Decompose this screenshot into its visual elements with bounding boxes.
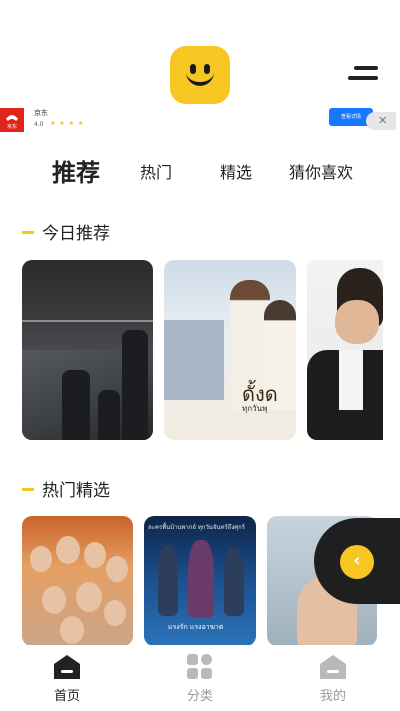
category-grid-icon <box>185 653 215 681</box>
jd-dog-icon <box>6 115 18 121</box>
tab-hot[interactable]: 热门 <box>140 159 172 183</box>
profile-house-icon <box>318 653 348 681</box>
section-title-hot: 热门精选 <box>22 476 110 501</box>
poster-face <box>335 300 379 344</box>
poster-card[interactable] <box>22 516 133 646</box>
category-tabs: 推荐 热门 精选 猜你喜欢 <box>0 150 400 190</box>
home-icon <box>52 653 82 681</box>
section-title-today: 今日推荐 <box>22 219 110 244</box>
tab-guess-you-like[interactable]: 猜你喜欢 <box>289 159 353 183</box>
poster-subtitle: ทุกวันพุ <box>242 404 268 413</box>
nav-home[interactable]: 首页 <box>27 653 107 704</box>
ad-app-name: 京东 <box>34 109 48 117</box>
poster-card[interactable]: ละครพื้นบ้านพากย์ ทุกวันจันทร์ถึงศุกร์ แ… <box>144 516 256 646</box>
poster-shirt <box>339 350 363 410</box>
menu-bar-bottom <box>348 76 378 80</box>
ad-logo-text: 京东 <box>6 124 17 130</box>
logo-mouth <box>186 68 214 86</box>
nav-profile[interactable]: 我的 <box>293 653 373 704</box>
poster-card[interactable]: ดั้งด ทุกวันพุ <box>164 260 296 440</box>
poster-figure <box>98 390 120 440</box>
poster-figure <box>224 548 244 616</box>
app-logo-smiley-icon <box>170 46 230 104</box>
poster-figure <box>188 540 214 618</box>
poster-building <box>164 320 224 400</box>
section-accent-bar <box>22 230 34 234</box>
section-title-text: 今日推荐 <box>42 224 110 244</box>
poster-face <box>104 600 126 626</box>
poster-card[interactable] <box>22 260 153 440</box>
poster-title: แรงรัก แรงอาฆาต <box>168 623 224 631</box>
tab-featured[interactable]: 精选 <box>220 159 252 183</box>
nav-home-label: 首页 <box>53 689 80 704</box>
nav-profile-label: 我的 <box>319 689 346 704</box>
poster-figure <box>158 546 178 616</box>
ad-app-logo: 京东 <box>0 108 24 132</box>
poster-figure <box>122 330 148 440</box>
poster-face <box>106 556 128 582</box>
poster-caption: ละครพื้นบ้านพากย์ ทุกวันจันทร์ถึงศุกร์ <box>148 524 245 531</box>
tab-recommend[interactable]: 推荐 <box>52 153 100 188</box>
section-title-text: 热门精选 <box>42 481 110 501</box>
poster-face <box>60 616 84 644</box>
poster-face <box>84 542 106 568</box>
menu-icon[interactable] <box>348 64 378 84</box>
poster-card[interactable] <box>307 260 383 440</box>
poster-face <box>76 582 102 612</box>
nav-category[interactable]: 分类 <box>160 653 240 704</box>
poster-face <box>42 586 66 614</box>
poster-face <box>30 546 52 572</box>
ad-rating-stars: ★ ★ ★ ★ <box>50 120 85 127</box>
poster-face <box>56 536 80 564</box>
nav-category-label: 分类 <box>186 689 213 704</box>
section-accent-bar <box>22 487 34 491</box>
poster-rail <box>22 320 153 322</box>
bottom-navigation: 首页 分类 我的 <box>0 645 400 711</box>
poster-figure <box>62 370 90 440</box>
chevron-left-icon[interactable]: ‹ <box>340 545 374 579</box>
ad-close-icon[interactable]: ✕ <box>366 112 396 130</box>
menu-bar-top <box>354 66 378 70</box>
ad-rating: 4.0 <box>34 121 44 128</box>
